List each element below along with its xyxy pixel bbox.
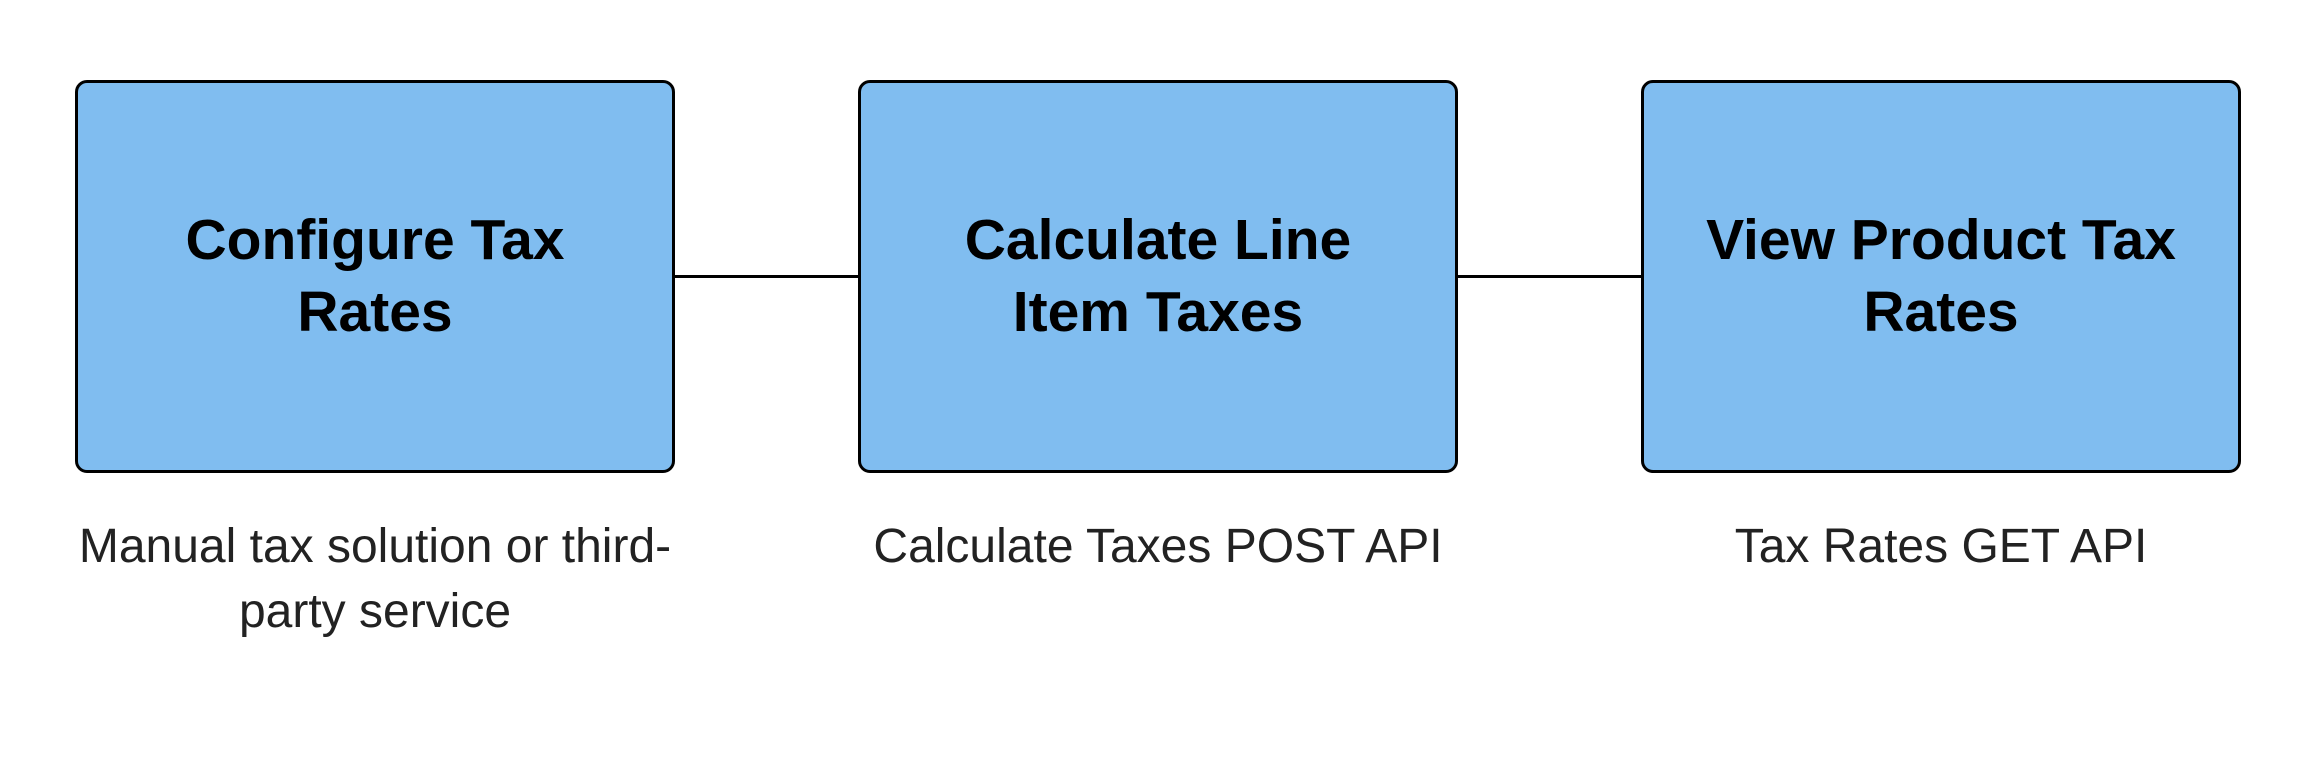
connector-line [1458,275,1641,278]
step-calculate: Calculate Line Item Taxes Calculate Taxe… [858,80,1458,580]
box-configure-tax-rates: Configure Tax Rates [75,80,675,473]
flow-diagram: Configure Tax Rates Manual tax solution … [75,80,2241,645]
box-title: Calculate Line Item Taxes [901,205,1415,348]
box-title: Configure Tax Rates [118,205,632,348]
caption-calculate: Calculate Taxes POST API [873,515,1442,580]
box-view-product-tax-rates: View Product Tax Rates [1641,80,2241,473]
step-view: View Product Tax Rates Tax Rates GET API [1641,80,2241,580]
caption-configure: Manual tax solution or third-party servi… [75,515,675,645]
box-calculate-line-item-taxes: Calculate Line Item Taxes [858,80,1458,473]
box-title: View Product Tax Rates [1684,205,2198,348]
caption-view: Tax Rates GET API [1735,515,2148,580]
step-configure: Configure Tax Rates Manual tax solution … [75,80,675,645]
connector-line [675,275,858,278]
